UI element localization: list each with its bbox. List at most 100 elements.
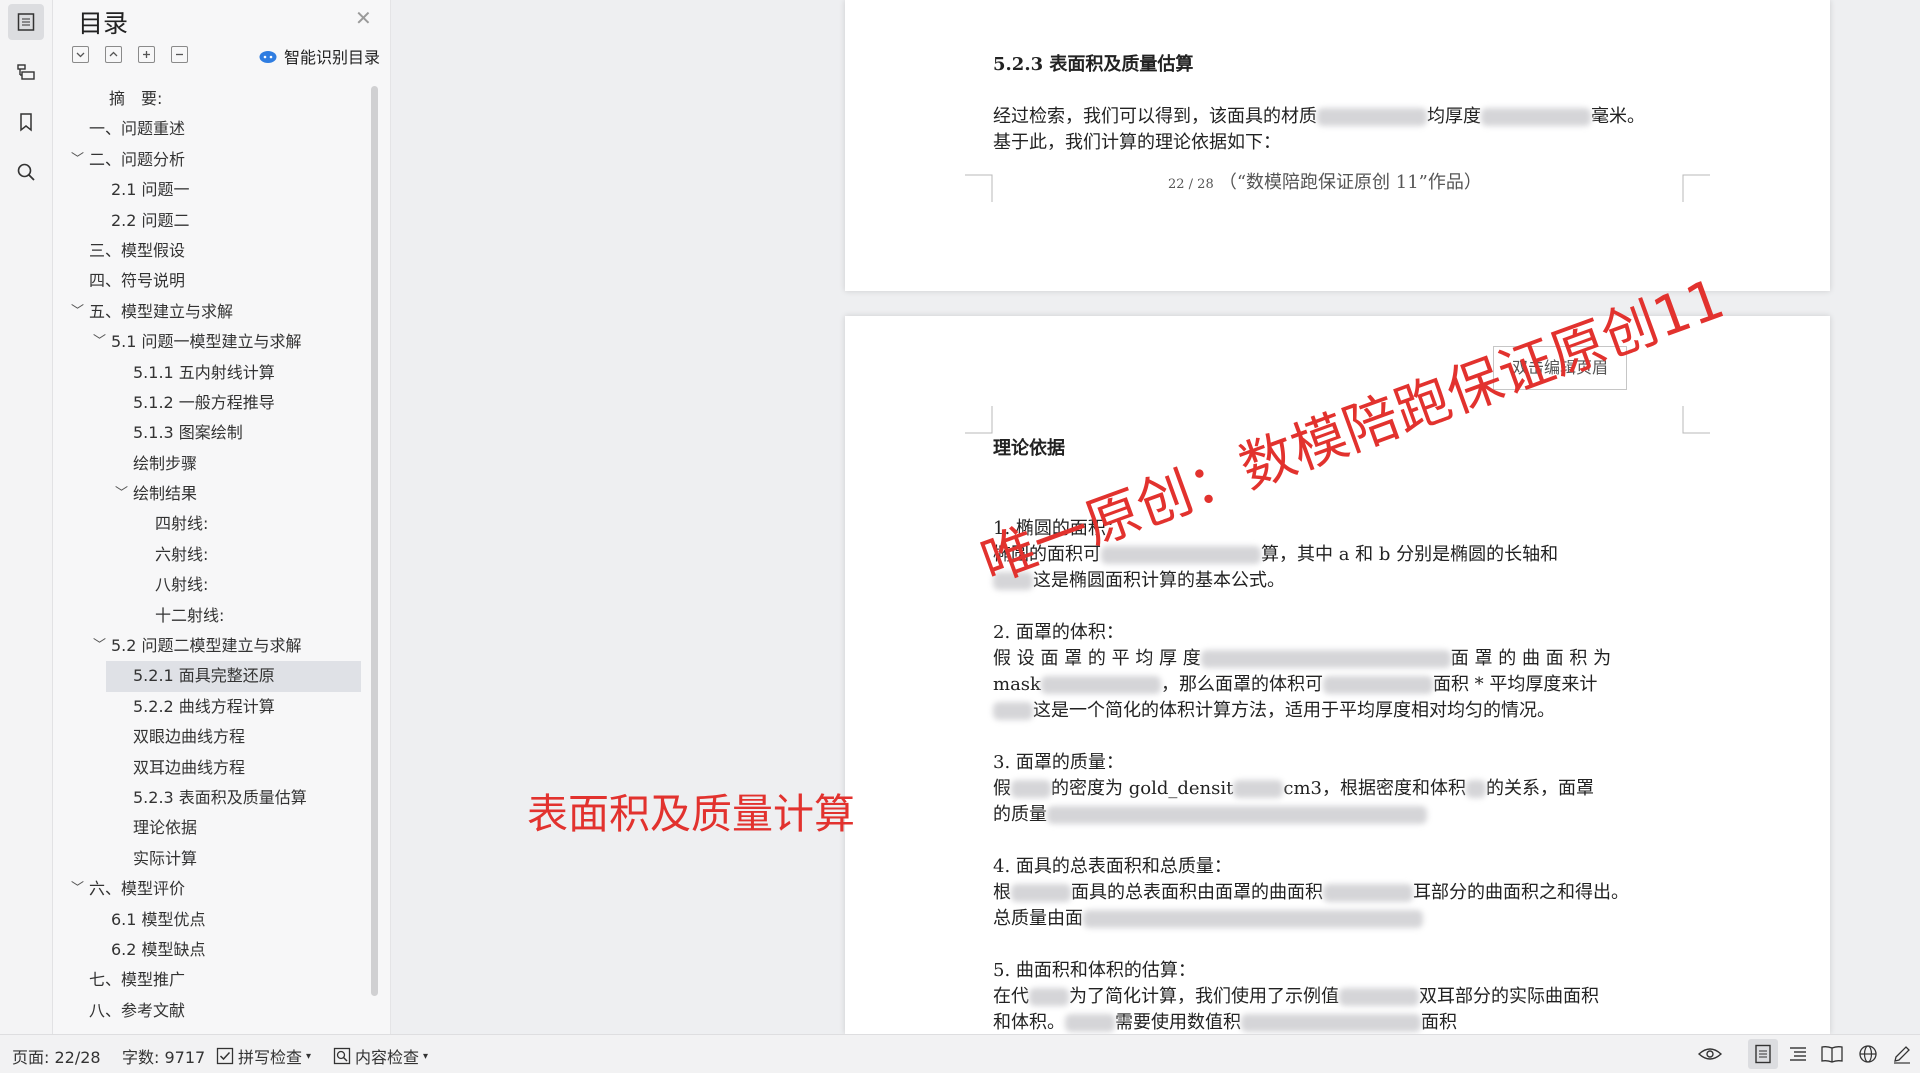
toc-item[interactable]: 八、参考文献 (63, 996, 361, 1026)
toc-item[interactable]: 四、符号说明 (63, 266, 361, 296)
dropdown-arrow-icon: ▾ (306, 1050, 312, 1062)
paragraph-line: 这是一个简化的体积计算方法，适用于平均厚度相对均匀的情况。 (993, 698, 1555, 724)
toc-item[interactable]: 2.2 问题二 (63, 206, 361, 236)
list-heading: 5. 曲面积和体积的估算： (993, 960, 1196, 981)
toc-item[interactable]: 理论依据 (63, 813, 361, 843)
toc-item[interactable]: 5.2.2 曲线方程计算 (63, 692, 361, 722)
smart-toc-label: 智能识别目录 (284, 48, 381, 67)
toc-item[interactable]: 5.1.1 五内射线计算 (63, 358, 361, 388)
reading-mode-icon[interactable] (1820, 1043, 1844, 1065)
toc-item[interactable]: 双耳边曲线方程 (63, 753, 361, 783)
redacted-text (1047, 806, 1427, 824)
paragraph-line: 和体积。 需要使用数值积 面积 (993, 1012, 1457, 1033)
toc-item[interactable]: 5.1.2 一般方程推导 (63, 388, 361, 418)
spell-check-button[interactable]: 拼写检查 ▾ (216, 1044, 311, 1068)
redacted-text (1011, 884, 1071, 902)
word-count[interactable]: 字数: 9717 (122, 1044, 205, 1068)
eye-protection-icon[interactable] (1698, 1043, 1722, 1065)
remove-heading-icon[interactable] (171, 46, 188, 63)
list-heading: 3. 面罩的质量： (993, 752, 1124, 773)
paragraph-line: 的质量 (993, 802, 1427, 828)
cloud-ai-icon (259, 51, 277, 63)
toc-item[interactable]: 5.2.3 表面积及质量估算 (63, 783, 361, 813)
content-check-button[interactable]: 内容检查 ▾ (333, 1044, 428, 1068)
toc-item[interactable]: 绘制步骤 (63, 449, 361, 479)
redacted-text (1083, 910, 1423, 928)
dropdown-arrow-icon: ▾ (423, 1050, 429, 1062)
toc-item[interactable]: 六射线: (63, 540, 361, 570)
spell-check-icon (216, 1047, 234, 1065)
toc-panel-icon[interactable] (8, 4, 44, 40)
toc-item[interactable]: 三、模型假设 (63, 236, 361, 266)
chevron-down-icon[interactable]: ﹀ (71, 145, 84, 175)
chevron-down-icon[interactable]: ﹀ (115, 479, 128, 509)
toc-item[interactable]: 2.1 问题一 (63, 175, 361, 205)
toc-item-selected[interactable]: 5.2.1 面具完整还原 (106, 661, 361, 692)
redacted-text (1029, 988, 1069, 1006)
page-view-icon[interactable] (1748, 1039, 1778, 1069)
paragraph-line: 假 设 面 罩 的 平 均 厚 度面 罩 的 曲 面 积 为 (993, 648, 1612, 669)
toc-item[interactable]: ﹀ 二、问题分析 (63, 145, 361, 175)
toc-title: 目录 (78, 9, 129, 38)
smart-toc-button[interactable]: 智能识别目录 (258, 44, 380, 68)
navigation-tree-icon[interactable] (8, 54, 44, 90)
toc-item[interactable]: ﹀ 绘制结果 (63, 479, 361, 509)
toc-item[interactable]: 四射线: (63, 509, 361, 539)
toc-item[interactable]: ﹀ 五、模型建立与求解 (63, 297, 361, 327)
redacted-text (1011, 780, 1051, 798)
toc-item[interactable]: 双眼边曲线方程 (63, 722, 361, 752)
toc-item[interactable]: 摘 要: (63, 84, 361, 114)
paragraph-line: 在代 为了简化计算，我们使用了示例值 双耳部分的实际曲面积 (993, 986, 1599, 1007)
toc-item[interactable]: 十二射线: (63, 601, 361, 631)
left-icon-rail (0, 0, 53, 1034)
content-check-icon (333, 1047, 351, 1065)
section-heading: 理论依据 (993, 438, 1065, 459)
redacted-text (1465, 780, 1486, 798)
collapse-all-icon[interactable] (72, 46, 89, 63)
toc-item[interactable]: 八射线: (63, 570, 361, 600)
toc-item[interactable]: ﹀ 5.1 问题一模型建立与求解 (63, 327, 361, 357)
section-heading: 5.2.3 表面积及质量估算 (993, 54, 1194, 75)
toc-list: 摘 要: 一、问题重述 ﹀ 二、问题分析 2.1 问题一 2.2 问题二 三、模型… (63, 84, 361, 1026)
document-page: 5.2.3 表面积及质量估算 经过检索，我们可以得到，该面具的材质 均厚度 毫米。 … (845, 0, 1830, 291)
chevron-down-icon[interactable]: ﹀ (93, 631, 106, 661)
toc-item[interactable]: 6.2 模型缺点 (63, 935, 361, 965)
toc-item[interactable]: 5.1.3 图案绘制 (63, 418, 361, 448)
chevron-down-icon[interactable]: ﹀ (71, 874, 84, 904)
paragraph-line: 基于此，我们计算的理论依据如下： (993, 132, 1281, 153)
paragraph-line: 总质量由面 (993, 906, 1423, 932)
margin-corner-mark (1682, 174, 1710, 202)
outline-view-icon[interactable] (1786, 1043, 1810, 1065)
status-bar: 页面: 22/28 字数: 9717 拼写检查 ▾ 内容检查 ▾ (0, 1034, 1920, 1073)
redacted-text (1233, 780, 1284, 798)
chevron-down-icon[interactable]: ﹀ (71, 297, 84, 327)
margin-corner-mark (965, 406, 993, 434)
redacted-text (1481, 108, 1591, 126)
add-heading-icon[interactable] (138, 46, 155, 63)
page-indicator[interactable]: 页面: 22/28 (12, 1044, 101, 1068)
toc-item[interactable]: 一、问题重述 (63, 114, 361, 144)
margin-corner-mark (965, 174, 993, 202)
toc-item[interactable]: 实际计算 (63, 844, 361, 874)
toc-item[interactable]: 七、模型推广 (63, 965, 361, 995)
margin-corner-mark (1682, 406, 1710, 434)
close-icon[interactable]: ✕ (355, 6, 372, 30)
toc-item[interactable]: ﹀ 5.2 问题二模型建立与求解 (63, 631, 361, 661)
paragraph-line: 假的密度为 gold_densit cm3，根据密度和体积 的关系，面罩 (993, 778, 1594, 799)
toc-item[interactable]: 6.1 模型优点 (63, 905, 361, 935)
bookmark-icon[interactable] (8, 104, 44, 140)
page-footer: 22 / 28 （“数模陪跑保证原创 11”作品） (1168, 172, 1482, 193)
paragraph-line: 经过检索，我们可以得到，该面具的材质 均厚度 毫米。 (993, 106, 1645, 127)
redacted-text (1317, 108, 1427, 126)
toc-item[interactable]: ﹀ 六、模型评价 (63, 874, 361, 904)
paragraph-line: 根面具的总表面积由面罩的曲面积 耳部分的曲面积之和得出。 (993, 882, 1629, 903)
pen-icon[interactable] (1890, 1043, 1914, 1065)
web-view-icon[interactable] (1856, 1043, 1880, 1065)
chevron-down-icon[interactable]: ﹀ (93, 327, 106, 357)
search-icon[interactable] (8, 154, 44, 190)
redacted-text (1065, 1014, 1115, 1032)
list-heading: 2. 面罩的体积： (993, 622, 1124, 643)
paragraph-line: mask ，那么面罩的体积可 面积 * 平均厚度来计 (993, 674, 1598, 695)
toc-scrollbar[interactable] (371, 86, 378, 996)
expand-up-icon[interactable] (105, 46, 122, 63)
